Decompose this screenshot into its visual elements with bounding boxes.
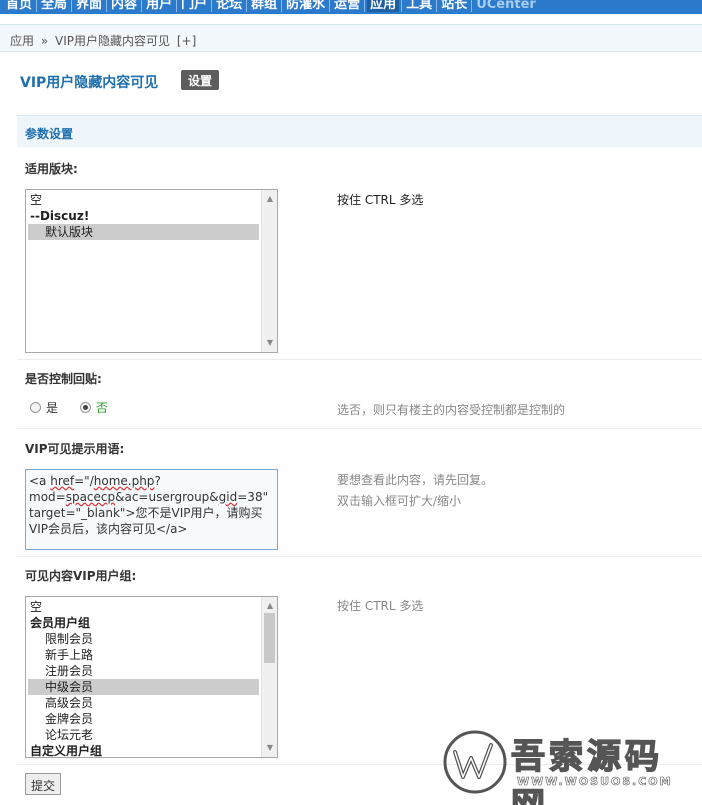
nav-item[interactable]: 运营 [332,0,362,12]
select-option[interactable]: 限制会员 [28,631,259,647]
scroll-down-icon[interactable]: ▼ [262,741,277,755]
forums-label: 适用版块: [25,162,78,176]
vip-groups-label: 可见内容VIP用户组: [25,569,137,583]
nav-separator [211,0,213,12]
vip-groups-options: 空会员用户组 限制会员 新手上路 注册会员 中级会员 高级会员 金牌会员 论坛元老 自定义用户组 [28,599,259,757]
textarea-text: VIP会员后，该内容可见</a> [29,522,188,536]
textarea-text: gid [218,490,238,504]
scroll-up-icon[interactable]: ▲ [262,599,277,613]
select-option[interactable]: 中级会员 [28,679,259,695]
top-nav-bar: 首页 全局 界面 内容 用户 门户 论坛 群组 防灌水 运营 应用 工具 站长 UCenter [0,0,702,14]
nav-item[interactable]: 工具 [404,0,434,12]
nav-separator [329,0,331,12]
nav-item[interactable]: 论坛 [214,0,244,12]
textarea-text: target="_blank">您不是VIP用户，请购买 [29,506,263,520]
watermark-title: 吾索源码网 [510,736,663,805]
divider [17,428,702,429]
nav-item[interactable]: 首页 [4,0,34,12]
vip-prompt-hint-2: 双击输入框可扩大/缩小 [337,494,462,508]
select-option[interactable]: 高级会员 [28,695,259,711]
nav-separator [141,0,143,12]
nav-item[interactable]: 内容 [109,0,139,12]
nav-separator [71,0,73,12]
forums-scrollbar[interactable]: ▲ ▼ [261,190,277,352]
forums-select[interactable]: 空 --Discuz! 默认版块 ▲ ▼ [25,189,278,353]
scroll-thumb[interactable] [264,613,275,663]
nav-item[interactable]: 防灌水 [284,0,327,12]
breadcrumb-current: VIP用户隐藏内容可见 [55,34,171,48]
nav-separator [364,0,366,12]
select-option[interactable]: 默认版块 [28,224,259,240]
select-option[interactable]: 论坛元老 [28,727,259,743]
control-reply-hint: 选否，则只有楼主的内容受控制都是控制的 [337,403,566,417]
select-option[interactable]: --Discuz! [28,208,259,224]
textarea-text: home.php [93,474,155,488]
top-nav-items: 首页 全局 界面 内容 用户 门户 论坛 群组 防灌水 运营 应用 工具 站长 UCenter [4,0,538,12]
nav-item[interactable]: 界面 [74,0,104,12]
submit-button[interactable]: 提交 [25,773,62,795]
textarea-text: mod= [29,490,66,504]
vip-prompt-hint: 要想查看此内容，请先回复。 [337,473,494,487]
watermark-logo: 吾索源码网 WWW.WOSUO8.COM [441,725,696,805]
breadcrumb-separator: » [40,34,49,48]
textarea-text: =38" [237,490,269,504]
nav-item[interactable]: UCenter [474,0,538,12]
select-option[interactable]: 注册会员 [28,663,259,679]
nav-separator [436,0,438,12]
radio-yes-label[interactable]: 是 [46,399,58,416]
select-option[interactable]: 自定义用户组 [28,743,259,757]
textarea-text: spacecp [65,490,116,504]
watermark-subtitle: WWW.WOSUO8.COM [517,775,673,789]
select-option[interactable]: 会员用户组 [28,615,259,631]
scroll-down-icon[interactable]: ▼ [262,336,277,350]
control-reply-label: 是否控制回贴: [25,372,102,386]
nav-separator [176,0,178,12]
divider [17,556,702,557]
nav-item[interactable]: 群组 [249,0,279,12]
nav-separator [401,0,403,12]
breadcrumb: 应用 » VIP用户隐藏内容可见 [+] [0,24,702,52]
vip-groups-hint: 按住 CTRL 多选 [337,599,424,613]
radio-no-label[interactable]: 否 [96,399,108,416]
forums-hint: 按住 CTRL 多选 [337,193,424,207]
textarea-text: ? [154,474,161,488]
textarea-text: &ac=usergroup& [115,490,219,504]
control-reply-radio-group: 是 否 [30,399,126,416]
nav-item[interactable]: 站长 [439,0,469,12]
page-title: VIP用户隐藏内容可见 [20,75,159,91]
vip-prompt-textarea[interactable]: <a href="/home.php? mod=spacecp&ac=userg… [25,469,278,550]
nav-separator [471,0,473,12]
nav-item[interactable]: 应用 [367,0,400,12]
section-header: 参数设置 [17,115,702,147]
nav-item[interactable]: 门户 [179,0,209,12]
scroll-up-icon[interactable]: ▲ [262,192,277,206]
select-option[interactable]: 金牌会员 [28,711,259,727]
breadcrumb-root[interactable]: 应用 [10,34,34,48]
select-option[interactable]: 空 [28,599,259,615]
divider [17,359,702,360]
vip-groups-scrollbar[interactable]: ▲ ▼ [261,597,277,757]
vip-groups-select[interactable]: 空会员用户组 限制会员 新手上路 注册会员 中级会员 高级会员 金牌会员 论坛元老 自定义用户组… [25,596,278,758]
select-option[interactable]: 空 [28,192,259,208]
nav-separator [106,0,108,12]
vip-prompt-label: VIP可见提示用语: [25,442,125,456]
textarea-text: <a [29,474,51,488]
nav-item[interactable]: 用户 [144,0,174,12]
nav-separator [246,0,248,12]
radio-no[interactable] [79,402,91,413]
settings-button[interactable]: 设置 [181,70,220,90]
watermark-w-icon [443,730,507,794]
select-option[interactable]: 新手上路 [28,647,259,663]
textarea-text: href [50,474,75,488]
forums-options: 空 --Discuz! 默认版块 [28,192,259,240]
textarea-text: ="/ [74,474,94,488]
nav-item[interactable]: 全局 [39,0,69,12]
breadcrumb-add-button[interactable]: [+] [177,34,196,48]
nav-separator [281,0,283,12]
nav-separator [36,0,38,12]
radio-yes[interactable] [30,402,41,413]
